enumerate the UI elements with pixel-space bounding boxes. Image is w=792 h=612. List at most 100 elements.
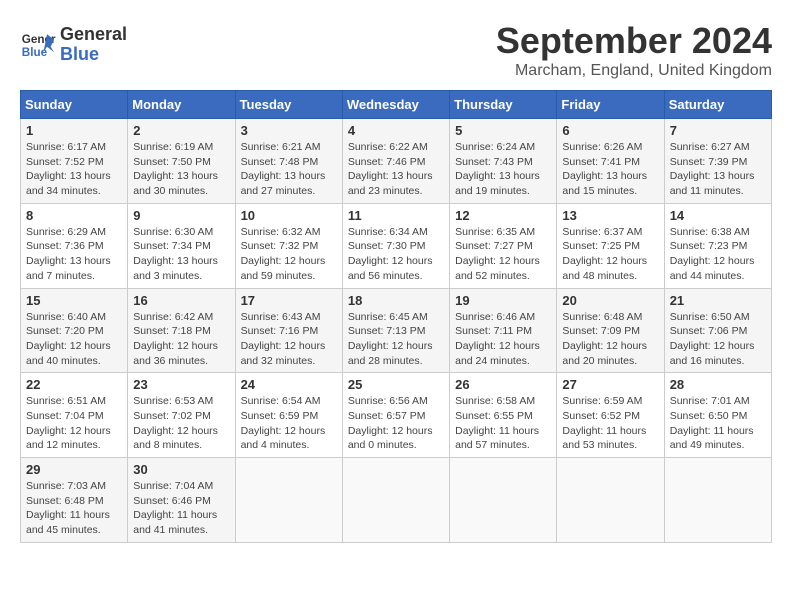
day-info: Sunrise: 6:56 AMSunset: 6:57 PMDaylight:… <box>348 394 444 453</box>
day-number: 5 <box>455 123 551 138</box>
weekday-header: Thursday <box>450 91 557 119</box>
calendar-header-row: SundayMondayTuesdayWednesdayThursdayFrid… <box>21 91 772 119</box>
day-number: 28 <box>670 377 766 392</box>
calendar-cell <box>342 458 449 543</box>
day-number: 25 <box>348 377 444 392</box>
day-number: 17 <box>241 293 337 308</box>
calendar-cell: 12Sunrise: 6:35 AMSunset: 7:27 PMDayligh… <box>450 203 557 288</box>
calendar-table: SundayMondayTuesdayWednesdayThursdayFrid… <box>20 90 772 543</box>
calendar-cell: 3 Sunrise: 6:21 AMSunset: 7:48 PMDaylight… <box>235 119 342 204</box>
day-info: Sunrise: 6:54 AMSunset: 6:59 PMDaylight:… <box>241 394 337 453</box>
calendar-cell <box>557 458 664 543</box>
day-info: Sunrise: 6:48 AMSunset: 7:09 PMDaylight:… <box>562 310 658 369</box>
calendar-cell: 5 Sunrise: 6:24 AMSunset: 7:43 PMDaylight… <box>450 119 557 204</box>
logo: General Blue General Blue <box>20 25 127 65</box>
day-number: 20 <box>562 293 658 308</box>
day-number: 19 <box>455 293 551 308</box>
day-number: 30 <box>133 462 229 477</box>
calendar-cell: 10 Sunrise: 6:32 AMSunset: 7:32 PMDayligh… <box>235 203 342 288</box>
svg-text:Blue: Blue <box>22 46 48 59</box>
day-info: Sunrise: 6:42 AMSunset: 7:18 PMDaylight:… <box>133 310 229 369</box>
day-info: Sunrise: 6:45 AMSunset: 7:13 PMDaylight:… <box>348 310 444 369</box>
calendar-cell: 22Sunrise: 6:51 AMSunset: 7:04 PMDayligh… <box>21 373 128 458</box>
day-info: Sunrise: 6:26 AMSunset: 7:41 PMDaylight:… <box>562 140 658 199</box>
calendar-week-row: 15 Sunrise: 6:40 AMSunset: 7:20 PMDayligh… <box>21 288 772 373</box>
calendar-cell: 30 Sunrise: 7:04 AMSunset: 6:46 PMDayligh… <box>128 458 235 543</box>
day-number: 23 <box>133 377 229 392</box>
weekday-header: Wednesday <box>342 91 449 119</box>
day-number: 11 <box>348 208 444 223</box>
calendar-cell: 6 Sunrise: 6:26 AMSunset: 7:41 PMDaylight… <box>557 119 664 204</box>
day-number: 16 <box>133 293 229 308</box>
calendar-cell: 15 Sunrise: 6:40 AMSunset: 7:20 PMDayligh… <box>21 288 128 373</box>
day-info: Sunrise: 6:34 AMSunset: 7:30 PMDaylight:… <box>348 225 444 284</box>
logo-line1: General <box>60 25 127 45</box>
day-number: 13 <box>562 208 658 223</box>
calendar-cell: 23 Sunrise: 6:53 AMSunset: 7:02 PMDayligh… <box>128 373 235 458</box>
weekday-header: Saturday <box>664 91 771 119</box>
day-info: Sunrise: 7:04 AMSunset: 6:46 PMDaylight:… <box>133 479 229 538</box>
title-block: September 2024 Marcham, England, United … <box>496 20 772 80</box>
calendar-cell: 27Sunrise: 6:59 AMSunset: 6:52 PMDayligh… <box>557 373 664 458</box>
day-number: 10 <box>241 208 337 223</box>
calendar-cell: 16 Sunrise: 6:42 AMSunset: 7:18 PMDayligh… <box>128 288 235 373</box>
day-info: Sunrise: 6:38 AMSunset: 7:23 PMDaylight:… <box>670 225 766 284</box>
calendar-cell: 8Sunrise: 6:29 AMSunset: 7:36 PMDaylight… <box>21 203 128 288</box>
day-number: 7 <box>670 123 766 138</box>
day-info: Sunrise: 6:29 AMSunset: 7:36 PMDaylight:… <box>26 225 122 284</box>
day-info: Sunrise: 7:03 AMSunset: 6:48 PMDaylight:… <box>26 479 122 538</box>
day-info: Sunrise: 6:53 AMSunset: 7:02 PMDaylight:… <box>133 394 229 453</box>
weekday-header: Monday <box>128 91 235 119</box>
calendar-cell: 24Sunrise: 6:54 AMSunset: 6:59 PMDayligh… <box>235 373 342 458</box>
day-number: 6 <box>562 123 658 138</box>
day-number: 9 <box>133 208 229 223</box>
day-number: 29 <box>26 462 122 477</box>
calendar-cell: 2Sunrise: 6:19 AMSunset: 7:50 PMDaylight… <box>128 119 235 204</box>
day-number: 4 <box>348 123 444 138</box>
day-info: Sunrise: 6:32 AMSunset: 7:32 PMDaylight:… <box>241 225 337 284</box>
day-number: 15 <box>26 293 122 308</box>
day-info: Sunrise: 6:17 AMSunset: 7:52 PMDaylight:… <box>26 140 122 199</box>
calendar-cell: 19 Sunrise: 6:46 AMSunset: 7:11 PMDayligh… <box>450 288 557 373</box>
calendar-cell <box>450 458 557 543</box>
day-info: Sunrise: 6:22 AMSunset: 7:46 PMDaylight:… <box>348 140 444 199</box>
calendar-week-row: 8Sunrise: 6:29 AMSunset: 7:36 PMDaylight… <box>21 203 772 288</box>
calendar-week-row: 22Sunrise: 6:51 AMSunset: 7:04 PMDayligh… <box>21 373 772 458</box>
page-header: General Blue General Blue September 2024… <box>20 20 772 80</box>
day-number: 27 <box>562 377 658 392</box>
logo-icon: General Blue <box>20 27 56 63</box>
page-subtitle: Marcham, England, United Kingdom <box>496 62 772 80</box>
day-number: 14 <box>670 208 766 223</box>
day-info: Sunrise: 6:37 AMSunset: 7:25 PMDaylight:… <box>562 225 658 284</box>
day-number: 2 <box>133 123 229 138</box>
weekday-header: Sunday <box>21 91 128 119</box>
day-number: 22 <box>26 377 122 392</box>
calendar-cell: 13 Sunrise: 6:37 AMSunset: 7:25 PMDayligh… <box>557 203 664 288</box>
calendar-cell: 18Sunrise: 6:45 AMSunset: 7:13 PMDayligh… <box>342 288 449 373</box>
day-info: Sunrise: 6:40 AMSunset: 7:20 PMDaylight:… <box>26 310 122 369</box>
weekday-header: Tuesday <box>235 91 342 119</box>
day-info: Sunrise: 6:43 AMSunset: 7:16 PMDaylight:… <box>241 310 337 369</box>
day-info: Sunrise: 6:35 AMSunset: 7:27 PMDaylight:… <box>455 225 551 284</box>
logo-line2: Blue <box>60 45 127 65</box>
calendar-cell: 4 Sunrise: 6:22 AMSunset: 7:46 PMDaylight… <box>342 119 449 204</box>
calendar-week-row: 29 Sunrise: 7:03 AMSunset: 6:48 PMDayligh… <box>21 458 772 543</box>
day-info: Sunrise: 6:21 AMSunset: 7:48 PMDaylight:… <box>241 140 337 199</box>
calendar-week-row: 1Sunrise: 6:17 AMSunset: 7:52 PMDaylight… <box>21 119 772 204</box>
day-info: Sunrise: 6:24 AMSunset: 7:43 PMDaylight:… <box>455 140 551 199</box>
day-number: 21 <box>670 293 766 308</box>
day-info: Sunrise: 6:30 AMSunset: 7:34 PMDaylight:… <box>133 225 229 284</box>
page-title: September 2024 <box>496 20 772 62</box>
calendar-cell: 14 Sunrise: 6:38 AMSunset: 7:23 PMDayligh… <box>664 203 771 288</box>
calendar-cell: 25 Sunrise: 6:56 AMSunset: 6:57 PMDayligh… <box>342 373 449 458</box>
calendar-cell: 17 Sunrise: 6:43 AMSunset: 7:16 PMDayligh… <box>235 288 342 373</box>
calendar-cell: 29 Sunrise: 7:03 AMSunset: 6:48 PMDayligh… <box>21 458 128 543</box>
day-number: 3 <box>241 123 337 138</box>
calendar-cell: 1Sunrise: 6:17 AMSunset: 7:52 PMDaylight… <box>21 119 128 204</box>
day-info: Sunrise: 6:46 AMSunset: 7:11 PMDaylight:… <box>455 310 551 369</box>
calendar-cell <box>664 458 771 543</box>
calendar-cell: 11 Sunrise: 6:34 AMSunset: 7:30 PMDayligh… <box>342 203 449 288</box>
day-info: Sunrise: 6:58 AMSunset: 6:55 PMDaylight:… <box>455 394 551 453</box>
calendar-cell: 26 Sunrise: 6:58 AMSunset: 6:55 PMDayligh… <box>450 373 557 458</box>
day-number: 26 <box>455 377 551 392</box>
